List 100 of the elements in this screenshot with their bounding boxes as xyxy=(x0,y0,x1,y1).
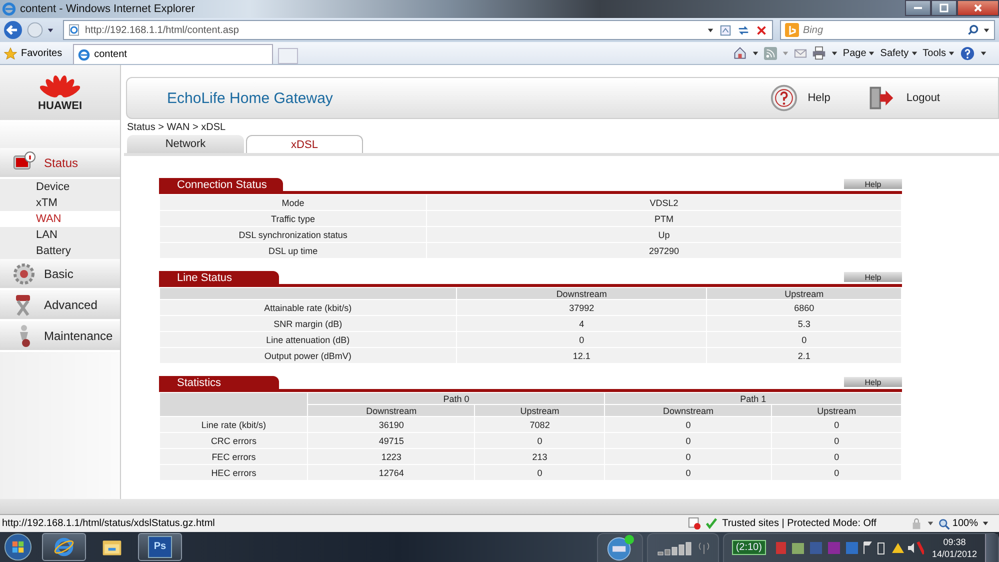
table-cell: 12.1 xyxy=(456,348,707,364)
battery-indicator[interactable]: (2:10) xyxy=(732,540,766,555)
home-icon[interactable] xyxy=(732,46,747,60)
table-cell: 12764 xyxy=(308,464,475,480)
table-cell: SNR margin (dB) xyxy=(160,316,456,332)
question-icon[interactable] xyxy=(770,84,798,112)
column-header: Upstream xyxy=(706,288,902,300)
table-cell: Line attenuation (dB) xyxy=(160,332,456,348)
antenna-icon[interactable] xyxy=(698,540,710,554)
sidebar-item[interactable]: LAN xyxy=(0,227,120,243)
column-header: Downstream xyxy=(604,404,772,416)
dropdown-icon[interactable] xyxy=(982,520,989,527)
sidebar-section[interactable]: Maintenance xyxy=(0,321,120,352)
app-title: EchoLife Home Gateway xyxy=(167,90,333,106)
favorites-button[interactable]: Favorites xyxy=(4,46,62,60)
browser-icon xyxy=(53,536,75,558)
dropdown-icon[interactable] xyxy=(707,26,714,34)
browser-tab[interactable]: content xyxy=(73,44,274,64)
help-button[interactable]: Help xyxy=(844,377,902,387)
taskbar-button[interactable]: Ps xyxy=(138,533,182,561)
table-cell: VDSL2 xyxy=(426,194,902,210)
zoom-button[interactable]: 100% xyxy=(938,518,978,530)
sidebar-item[interactable]: Battery xyxy=(0,243,120,259)
help-link[interactable]: Help xyxy=(808,92,830,104)
table-cell: 0 xyxy=(772,464,902,480)
refresh-icon[interactable] xyxy=(737,24,750,36)
help-icon[interactable] xyxy=(960,46,975,60)
dropdown-icon[interactable] xyxy=(983,26,990,34)
dropdown-icon[interactable] xyxy=(980,50,987,56)
printer-icon[interactable] xyxy=(812,46,826,60)
table-cell: 7082 xyxy=(474,416,605,432)
taskbar-button[interactable] xyxy=(42,533,86,561)
table-cell: Up xyxy=(426,226,902,242)
sidebar-item[interactable]: xTM xyxy=(0,195,120,211)
table-cell: Output power (dBmV) xyxy=(160,348,456,364)
table-cell: 0 xyxy=(456,332,707,348)
logo: HUAWEI xyxy=(0,65,120,120)
table-cell: 0 xyxy=(474,432,605,448)
help-button[interactable]: Help xyxy=(844,179,902,189)
menu-button[interactable]: Tools xyxy=(922,48,955,58)
start-button[interactable] xyxy=(4,533,32,561)
minimize-button[interactable] xyxy=(905,0,931,16)
table-cell: 4 xyxy=(456,316,707,332)
clock[interactable]: 09:38 14/01/2012 xyxy=(932,536,977,560)
search-box[interactable]: Bing xyxy=(780,20,995,40)
menu-button[interactable]: Page xyxy=(842,48,876,58)
help-button[interactable]: Help xyxy=(844,272,902,282)
tray-icons-drawing[interactable] xyxy=(774,540,924,556)
table-cell: 297290 xyxy=(426,242,902,258)
column-header: Upstream xyxy=(772,404,902,416)
gear-icon xyxy=(12,262,36,286)
dropdown-icon[interactable] xyxy=(47,26,54,34)
search-icon[interactable] xyxy=(967,24,979,36)
window-title: content - Windows Internet Explorer xyxy=(20,3,195,15)
dropdown-icon[interactable] xyxy=(830,50,838,56)
stop-icon[interactable] xyxy=(755,24,768,36)
table-cell: Mode xyxy=(160,194,427,210)
sidebar-item[interactable]: Device xyxy=(0,179,120,195)
signal-bars-icon[interactable] xyxy=(656,540,692,556)
blocked-page-icon xyxy=(688,517,702,530)
table-cell: 0 xyxy=(772,448,902,464)
page-icon xyxy=(68,24,80,36)
show-desktop-button[interactable] xyxy=(985,534,998,562)
petals-logo-icon xyxy=(40,74,80,100)
tab[interactable]: xDSL xyxy=(246,135,363,153)
table-cell: HEC errors xyxy=(160,464,308,480)
close-button[interactable] xyxy=(957,0,999,16)
sidebar-section[interactable]: Advanced xyxy=(0,290,120,321)
address-field[interactable]: http://192.168.1.1/html/content.asp xyxy=(63,20,773,40)
sidebar-section[interactable]: Basic xyxy=(0,259,120,290)
table-cell: 6860 xyxy=(706,300,902,316)
security-zone: Trusted sites | Protected Mode: Off xyxy=(722,518,876,529)
dropdown-icon[interactable] xyxy=(927,520,934,527)
tab[interactable]: Network xyxy=(127,135,244,153)
menu-button[interactable]: Safety xyxy=(880,48,918,58)
sidebar-section[interactable]: Status xyxy=(0,148,120,179)
table-cell: Line rate (kbit/s) xyxy=(160,416,308,432)
column-group-header: Path 0 xyxy=(308,392,605,404)
star-icon xyxy=(4,46,17,60)
table-cell: 0 xyxy=(604,448,772,464)
dropdown-icon xyxy=(910,50,918,56)
table-cell: 0 xyxy=(772,432,902,448)
close-icon xyxy=(973,3,983,13)
table-cell: 49715 xyxy=(308,432,475,448)
column-header: Downstream xyxy=(308,404,475,416)
sidebar-item[interactable]: WAN xyxy=(0,211,120,227)
network-manager-icon[interactable] xyxy=(606,534,634,562)
table-cell: 1223 xyxy=(308,448,475,464)
compatibility-icon[interactable] xyxy=(719,24,732,36)
browser-icon xyxy=(2,2,16,16)
maximize-button[interactable] xyxy=(931,0,957,16)
dropdown-icon[interactable] xyxy=(752,50,759,56)
logout-link[interactable]: Logout xyxy=(906,92,940,104)
table-cell: CRC errors xyxy=(160,432,308,448)
table-cell: 0 xyxy=(474,464,605,480)
table-cell: Attainable rate (kbit/s) xyxy=(160,300,456,316)
table-cell: 0 xyxy=(604,432,772,448)
breadcrumb: Status > WAN > xDSL xyxy=(126,121,227,133)
back-button[interactable] xyxy=(3,20,23,40)
search-engine-icon xyxy=(785,23,799,37)
